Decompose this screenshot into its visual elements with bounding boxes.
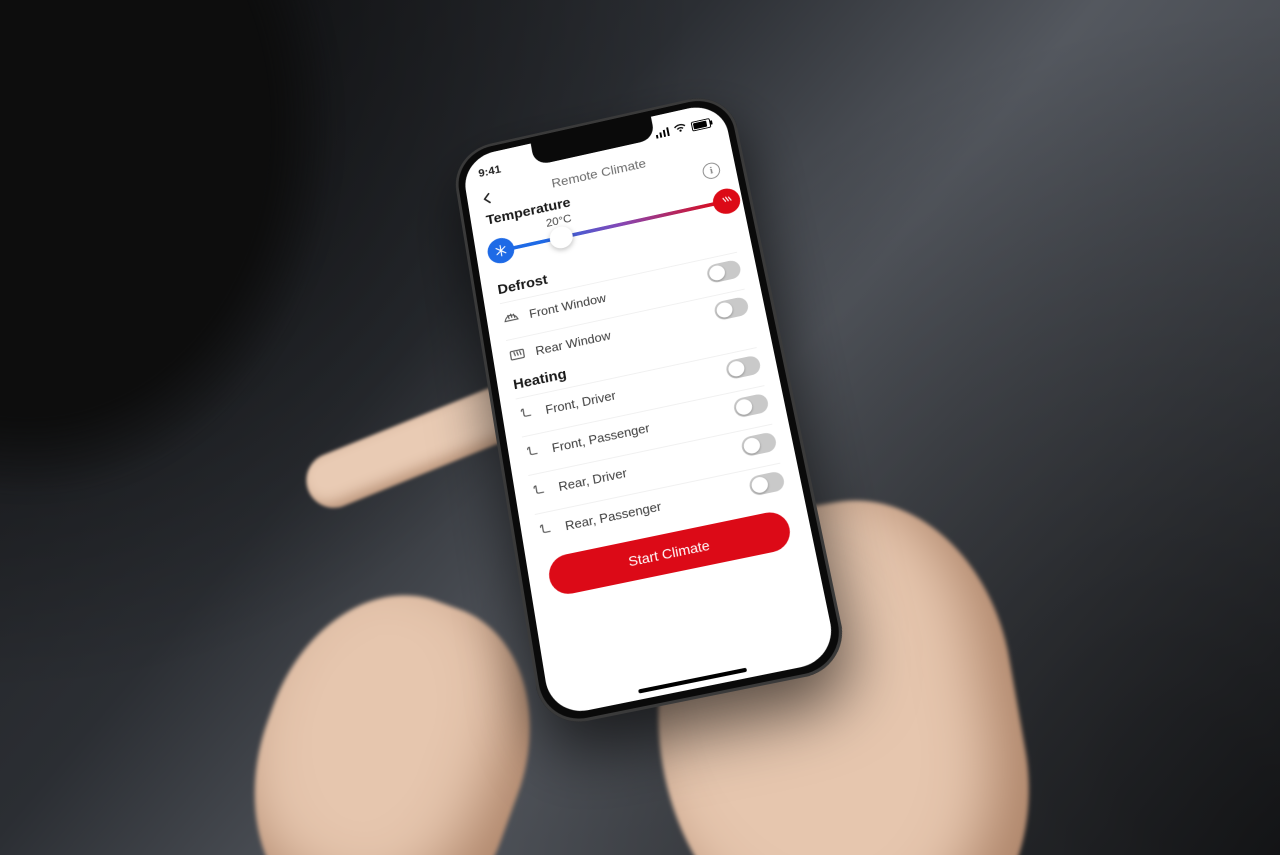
heating-rear-driver-toggle[interactable] xyxy=(740,431,778,457)
seat-icon xyxy=(517,403,537,423)
heat-icon xyxy=(711,186,743,216)
defrost-rear-label: Rear Window xyxy=(534,327,611,357)
back-button[interactable] xyxy=(478,188,497,207)
wifi-icon xyxy=(672,121,688,136)
front-defrost-icon xyxy=(501,307,521,327)
defrost-front-toggle[interactable] xyxy=(706,258,742,283)
heating-rear-passenger-toggle[interactable] xyxy=(748,470,786,496)
photo-hand-left xyxy=(210,561,571,855)
rear-defrost-icon xyxy=(507,344,527,364)
seat-icon xyxy=(536,518,557,539)
status-time: 9:41 xyxy=(478,162,502,179)
heating-rear-passenger-label: Rear, Passenger xyxy=(564,498,662,532)
defrost-front-label: Front Window xyxy=(528,290,607,320)
heating-front-driver-label: Front, Driver xyxy=(544,387,617,416)
heating-front-passenger-toggle[interactable] xyxy=(732,392,769,418)
heating-front-passenger-label: Front, Passenger xyxy=(551,420,651,455)
screen: 9:41 Remote Climate Temperature i xyxy=(461,100,838,717)
heating-rear-driver-label: Rear, Driver xyxy=(557,464,628,493)
photo-shoulder xyxy=(0,0,340,500)
snowflake-icon xyxy=(486,235,516,265)
defrost-rear-toggle[interactable] xyxy=(713,295,750,320)
seat-icon xyxy=(530,479,550,500)
seat-icon xyxy=(523,441,543,462)
battery-icon xyxy=(691,117,712,131)
heating-front-driver-toggle[interactable] xyxy=(725,354,762,380)
phone: 9:41 Remote Climate Temperature i xyxy=(450,90,850,729)
cellular-signal-icon xyxy=(655,127,670,138)
